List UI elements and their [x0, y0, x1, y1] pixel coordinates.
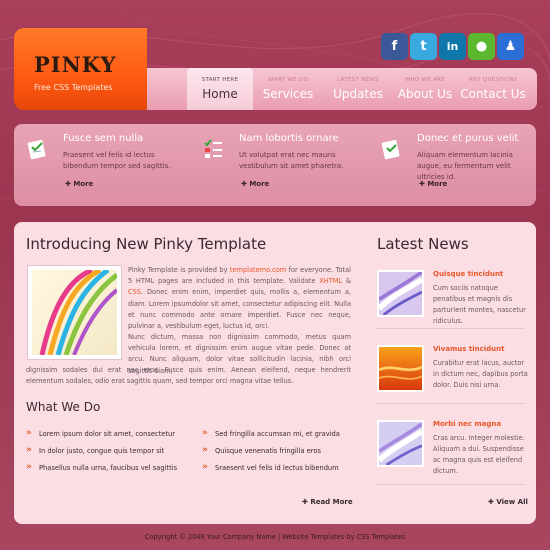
- intro-and: &: [342, 277, 351, 286]
- facebook-icon[interactable]: f: [381, 33, 408, 60]
- list-item[interactable]: In dolor justo, congue quis tempor sit: [26, 445, 177, 464]
- chat-glyph: ●: [475, 39, 488, 54]
- read-more-label: Read More: [310, 498, 353, 506]
- nav-updates-label: Updates: [333, 87, 383, 101]
- list-item[interactable]: Sraesent vel felis id lectus bibendum: [202, 462, 340, 481]
- intro-paragraph-2-cont: dignissim sodales dui erat nec eros. Fus…: [26, 366, 351, 386]
- news-divider: [377, 403, 525, 404]
- feature-2-more-label: More: [249, 180, 270, 188]
- features-band: Fusce sem nulla Praesent vel felis id le…: [14, 124, 536, 206]
- view-all-label: View All: [496, 498, 528, 506]
- feature-3-title: Donec et purus velit: [417, 133, 519, 144]
- news-3-image[interactable]: [377, 420, 424, 467]
- nav-contact[interactable]: ANY QUESTION? Contact Us: [460, 68, 526, 110]
- nav-about-caption: WHO WE ARE: [404, 77, 446, 83]
- page-title: Introducing New Pinky Template: [26, 235, 267, 253]
- twitter-glyph: t: [420, 39, 427, 54]
- services-list-right: Sed fringilla accumsan mi, et gravida Qu…: [202, 428, 340, 481]
- nav-contact-label: Contact Us: [460, 87, 526, 101]
- list-item[interactable]: Quisque venenatis fringilla eros: [202, 445, 340, 464]
- intro-text-a: Pinky Template is provided by: [128, 266, 230, 274]
- linkedin-icon[interactable]: in: [439, 33, 466, 60]
- main-panel: Introducing New Pinky Template Pinky Tem…: [14, 222, 536, 524]
- nav-home[interactable]: START HERE Home: [187, 68, 253, 110]
- feature-2-text: Ut volutpat erat nec mauris vestibulum s…: [239, 151, 344, 170]
- nav-services-caption: WHAT WE DO: [267, 77, 309, 83]
- footer-copyright: Copyright © 2048 Your Company Name | Web…: [144, 533, 406, 541]
- news-3-text: Cras arcu. Integer molestie. Aliquam a d…: [433, 434, 525, 475]
- messenger-glyph: ♟: [504, 39, 517, 54]
- intro-text-c: . Donec enim enim, imperdiet quis, molli…: [128, 288, 351, 331]
- nav-contact-caption: ANY QUESTION?: [468, 77, 518, 83]
- feature-1-title: Fusce sem nulla: [63, 133, 144, 144]
- feature-2-title: Nam lobortis ornare: [239, 133, 339, 144]
- main-nav: START HERE Home WHAT WE DO Services LATE…: [147, 68, 537, 110]
- document-check-icon: [27, 139, 46, 160]
- linkedin-glyph: in: [446, 40, 459, 53]
- templatemo-link[interactable]: templatemo.com: [230, 266, 286, 274]
- nav-home-label: Home: [202, 87, 238, 101]
- checklist-icon: [204, 139, 222, 158]
- site-logo-subtitle: Free CSS Templates: [34, 83, 113, 92]
- intro-paragraph-1: Pinky Template is provided by templatemo…: [128, 265, 351, 332]
- latest-news-heading: Latest News: [377, 235, 469, 253]
- nav-about[interactable]: WHO WE ARE About Us: [395, 68, 455, 110]
- news-2-title[interactable]: Vivamus tincidunt: [433, 345, 504, 353]
- what-we-do-heading: What We Do: [26, 400, 101, 414]
- css-link[interactable]: CSS: [128, 288, 141, 296]
- document-icon: [381, 139, 400, 160]
- list-item[interactable]: Lorem ipsum dolor sit amet, consectetur: [26, 428, 177, 447]
- feature-1-more-link[interactable]: ✚ More: [65, 180, 93, 188]
- nav-updates[interactable]: LATEST NEWS Updates: [328, 68, 388, 110]
- view-all-link[interactable]: ✚ View All: [488, 498, 528, 506]
- abstract-swirl-image: [32, 267, 119, 356]
- facebook-glyph: f: [391, 39, 398, 54]
- messenger-icon[interactable]: ♟: [497, 33, 524, 60]
- nav-about-label: About Us: [397, 87, 453, 101]
- twitter-icon[interactable]: t: [410, 33, 437, 60]
- site-logo-title[interactable]: PINKY: [34, 52, 117, 77]
- feature-3-more-link[interactable]: ✚ More: [419, 180, 447, 188]
- news-divider: [377, 484, 525, 485]
- news-1-title[interactable]: Quisque tincidunt: [433, 270, 503, 278]
- feature-2-more-link[interactable]: ✚ More: [241, 180, 269, 188]
- news-divider: [377, 328, 525, 329]
- feature-1-text: Praesent vel felis id lectus bibendum te…: [63, 151, 171, 170]
- chat-icon[interactable]: ●: [468, 33, 495, 60]
- nav-home-caption: START HERE: [201, 77, 239, 83]
- feature-3-more-label: More: [427, 180, 448, 188]
- nav-services-label: Services: [262, 87, 314, 101]
- news-2-image[interactable]: [377, 345, 424, 392]
- nav-updates-caption: LATEST NEWS: [337, 77, 379, 83]
- read-more-link[interactable]: ✚ Read More: [302, 498, 353, 506]
- nav-services[interactable]: WHAT WE DO Services: [258, 68, 318, 110]
- news-2-text: Curabitur erat lacus, auctor in dictum n…: [433, 359, 528, 389]
- list-item[interactable]: Phasellus nulla urna, faucibus vel sagit…: [26, 462, 177, 481]
- news-1-image[interactable]: [377, 270, 424, 317]
- template-thumbnail: [27, 265, 122, 360]
- news-1-text: Cum sociis natoque penatibus et magnis d…: [433, 284, 526, 325]
- feature-3-text: Aliquam elementum lacinia augue, eu ferm…: [417, 151, 513, 181]
- list-item[interactable]: Sed fringilla accumsan mi, et gravida: [202, 428, 340, 447]
- xhtml-link[interactable]: XHTML: [319, 277, 342, 285]
- feature-1-more-label: More: [73, 180, 94, 188]
- services-list-left: Lorem ipsum dolor sit amet, consectetur …: [26, 428, 177, 481]
- news-3-title[interactable]: Morbi nec magna: [433, 420, 501, 428]
